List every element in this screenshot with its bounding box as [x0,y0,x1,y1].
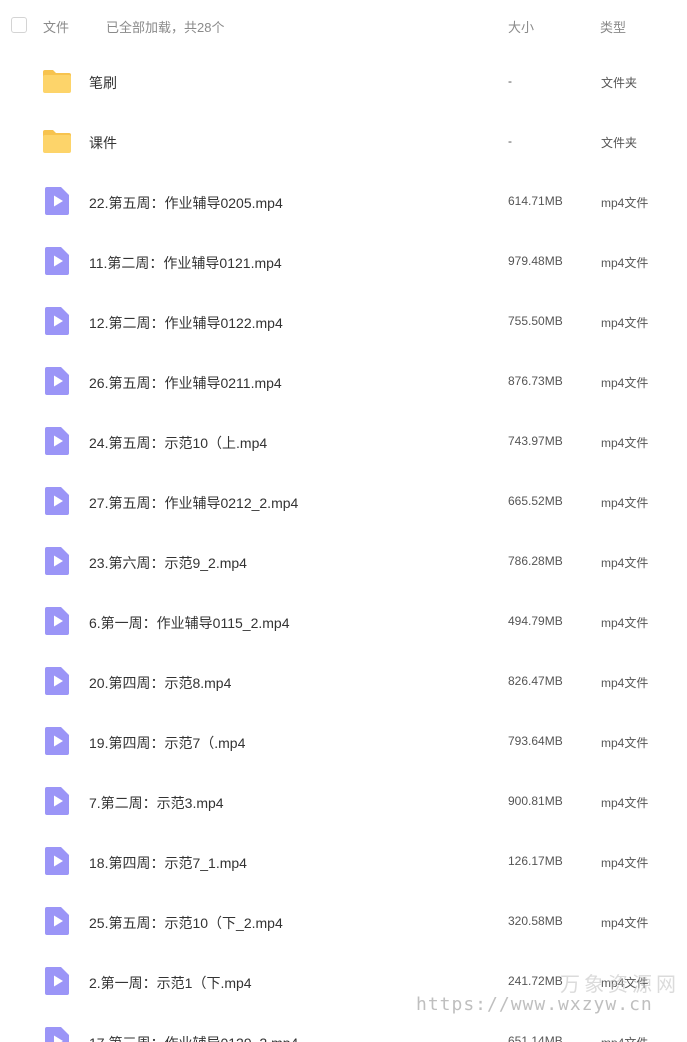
file-name[interactable]: 7.第二周：示范3.mp4 [89,793,224,813]
file-size: 755.50MB [508,314,563,328]
file-name[interactable]: 17.第三周：作业辅导0129_2.mp4 [89,1033,298,1042]
file-name[interactable]: 27.第五周：作业辅导0212_2.mp4 [89,493,298,513]
file-row[interactable]: 24.第五周：示范10（上.mp4 743.97MB mp4文件 [0,411,687,471]
file-row[interactable]: 26.第五周：作业辅导0211.mp4 876.73MB mp4文件 [0,351,687,411]
file-name[interactable]: 19.第四周：示范7（.mp4 [89,733,245,753]
video-file-icon [42,486,72,516]
video-file-icon [42,426,72,456]
file-size: 826.47MB [508,674,563,688]
column-header-size[interactable]: 大小 [508,17,534,36]
file-type: mp4文件 [601,856,649,870]
file-size: 979.48MB [508,254,563,268]
file-name[interactable]: 12.第二周：作业辅导0122.mp4 [89,313,283,333]
file-name[interactable]: 笔刷 [89,73,117,93]
video-file-icon [42,846,72,876]
video-file-icon [42,366,72,396]
column-header-name[interactable]: 文件 [43,17,69,36]
file-row[interactable]: 17.第三周：作业辅导0129_2.mp4 651.14MB mp4文件 [0,1011,687,1042]
file-row[interactable]: 课件 - 文件夹 [0,111,687,171]
file-type: mp4文件 [601,796,649,810]
video-file-icon [42,1026,72,1042]
file-type: mp4文件 [601,316,649,330]
file-size: - [508,74,512,88]
file-size: 786.28MB [508,554,563,568]
file-type: 文件夹 [601,76,638,90]
file-size: 126.17MB [508,854,563,868]
video-file-icon [42,666,72,696]
file-name[interactable]: 2.第一周：示范1（下.mp4 [89,973,252,993]
file-size: - [508,134,512,148]
file-size: 793.64MB [508,734,563,748]
select-all-checkbox[interactable] [11,17,27,33]
file-list-page: 文件 已全部加载，共28个 大小 类型 笔刷 - 文件夹 课件 - 文件夹 22.第五周：作… [0,0,687,1042]
file-size: 320.58MB [508,914,563,928]
file-row[interactable]: 笔刷 - 文件夹 [0,51,687,111]
file-size: 241.72MB [508,974,563,988]
file-row[interactable]: 11.第二周：作业辅导0121.mp4 979.48MB mp4文件 [0,231,687,291]
folder-icon [42,66,72,96]
file-type: mp4文件 [601,736,649,750]
file-name[interactable]: 18.第四周：示范7_1.mp4 [89,853,247,873]
file-type: mp4文件 [601,916,649,930]
file-name[interactable]: 6.第一周：作业辅导0115_2.mp4 [89,613,289,633]
file-name[interactable]: 26.第五周：作业辅导0211.mp4 [89,373,282,393]
file-size: 900.81MB [508,794,563,808]
file-type: mp4文件 [601,1034,648,1042]
file-name[interactable]: 20.第四周：示范8.mp4 [89,673,231,693]
video-file-icon [42,246,72,276]
file-row[interactable]: 19.第四周：示范7（.mp4 793.64MB mp4文件 [0,711,687,771]
file-type: mp4文件 [601,556,649,570]
file-type: mp4文件 [601,376,649,390]
file-size: 743.97MB [508,434,563,448]
video-file-icon [42,966,72,996]
file-row[interactable]: 7.第二周：示范3.mp4 900.81MB mp4文件 [0,771,687,831]
file-name[interactable]: 25.第五周：示范10（下_2.mp4 [89,913,283,933]
file-size: 614.71MB [508,194,563,208]
file-name[interactable]: 24.第五周：示范10（上.mp4 [89,433,267,453]
file-row[interactable]: 23.第六周：示范9_2.mp4 786.28MB mp4文件 [0,531,687,591]
file-name[interactable]: 11.第二周：作业辅导0121.mp4 [89,253,282,273]
video-file-icon [42,306,72,336]
file-type: mp4文件 [601,256,649,270]
file-row[interactable]: 25.第五周：示范10（下_2.mp4 320.58MB mp4文件 [0,891,687,951]
file-type: mp4文件 [601,676,649,690]
file-type: mp4文件 [601,616,649,630]
file-row[interactable]: 18.第四周：示范7_1.mp4 126.17MB mp4文件 [0,831,687,891]
file-row[interactable]: 12.第二周：作业辅导0122.mp4 755.50MB mp4文件 [0,291,687,351]
file-type: mp4文件 [601,496,649,510]
video-file-icon [42,546,72,576]
file-name[interactable]: 课件 [89,133,117,153]
list-header: 文件 已全部加载，共28个 大小 类型 [0,0,687,50]
load-status-text: 已全部加载，共28个 [106,20,225,35]
video-file-icon [42,786,72,816]
file-size: 665.52MB [508,494,563,508]
file-size: 876.73MB [508,374,563,388]
video-file-icon [42,726,72,756]
file-type: mp4文件 [601,196,649,210]
video-file-icon [42,906,72,936]
file-type: 文件夹 [601,136,638,150]
file-size: 651.14MB [508,1034,563,1042]
column-header-type[interactable]: 类型 [600,17,626,36]
file-row[interactable]: 27.第五周：作业辅导0212_2.mp4 665.52MB mp4文件 [0,471,687,531]
file-list: 笔刷 - 文件夹 课件 - 文件夹 22.第五周：作业辅导0205.mp4 614.71MB m… [0,51,687,1042]
file-type: mp4文件 [601,436,649,450]
video-file-icon [42,606,72,636]
video-file-icon [42,186,72,216]
file-row[interactable]: 22.第五周：作业辅导0205.mp4 614.71MB mp4文件 [0,171,687,231]
watermark-title: 万象资源网 [560,974,680,996]
file-row[interactable]: 6.第一周：作业辅导0115_2.mp4 494.79MB mp4文件 [0,591,687,651]
file-size: 494.79MB [508,614,563,628]
file-row[interactable]: 20.第四周：示范8.mp4 826.47MB mp4文件 [0,651,687,711]
file-name[interactable]: 23.第六周：示范9_2.mp4 [89,553,247,573]
folder-icon [42,126,72,156]
file-name[interactable]: 22.第五周：作业辅导0205.mp4 [89,193,283,213]
watermark-url: https://www.wxzyw.cn [416,994,653,1015]
